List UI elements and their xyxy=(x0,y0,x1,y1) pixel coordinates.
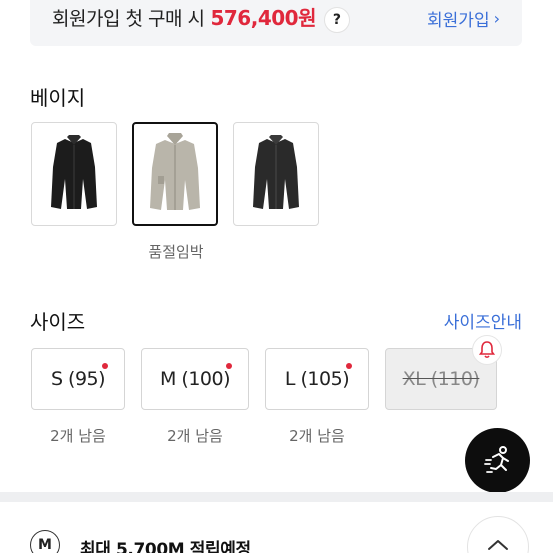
beige-jacket-thumbnail xyxy=(150,133,200,210)
size-option-l[interactable]: L (105) xyxy=(265,348,369,410)
size-option-label: L (105) xyxy=(284,368,350,390)
bell-icon-glyph xyxy=(479,341,495,359)
size-section-title: 사이즈 xyxy=(30,310,86,334)
low-stock-dot xyxy=(102,363,108,369)
chevron-up-glyph xyxy=(488,540,508,550)
size-option-m[interactable]: M (100) xyxy=(141,348,249,410)
size-option-xl[interactable]: XL (110) xyxy=(385,335,502,410)
black-jacket-thumbnail xyxy=(51,135,97,209)
help-icon[interactable]: ? xyxy=(323,7,350,33)
size-option-label: M (100) xyxy=(159,368,231,390)
chevron-up-icon[interactable] xyxy=(467,516,529,553)
color-swatch-list xyxy=(31,122,319,226)
signup-promo-text: 회원가입 첫 구매 시 xyxy=(52,8,205,30)
signup-promo-price: 576,400원 xyxy=(210,6,316,30)
color-swatch-black[interactable] xyxy=(31,122,117,226)
size-option-label: S (95) xyxy=(50,368,106,390)
size-option-label: XL (110) xyxy=(402,368,480,390)
size-option-list: S (95) M (100) L (105) XL (110) xyxy=(31,335,502,410)
signup-link-label: 회원가입 xyxy=(427,11,490,31)
running-person-fab[interactable] xyxy=(465,428,530,493)
low-stock-dot xyxy=(226,363,232,369)
bell-icon[interactable] xyxy=(472,335,502,365)
stock-remaining-s: 2개 남음 xyxy=(50,427,106,445)
stock-remaining-l: 2개 남음 xyxy=(289,427,345,445)
chevron-right-icon: › xyxy=(493,9,500,28)
points-row[interactable]: M 최대 5,700M 적립예정 xyxy=(0,502,553,553)
points-estimate-text: 최대 5,700M 적립예정 xyxy=(80,540,251,553)
section-divider xyxy=(0,492,553,502)
low-stock-dot xyxy=(346,363,352,369)
size-guide-link[interactable]: 사이즈안내 xyxy=(444,308,522,333)
member-signup-banner: 회원가입 첫 구매 시 576,400원 ? 회원가입 › xyxy=(30,0,522,46)
color-swatch-beige[interactable] xyxy=(132,122,218,226)
size-option-s[interactable]: S (95) xyxy=(31,348,125,410)
color-section-title: 베이지 xyxy=(30,86,86,110)
charcoal-jacket-thumbnail xyxy=(253,135,299,209)
signup-link[interactable]: 회원가입 › xyxy=(427,6,500,31)
low-stock-note: 품절임박 xyxy=(148,243,204,261)
stock-remaining-m: 2개 남음 xyxy=(167,427,223,445)
mileage-icon: M xyxy=(30,530,60,553)
color-swatch-charcoal[interactable] xyxy=(233,122,319,226)
running-person-icon xyxy=(483,445,509,473)
